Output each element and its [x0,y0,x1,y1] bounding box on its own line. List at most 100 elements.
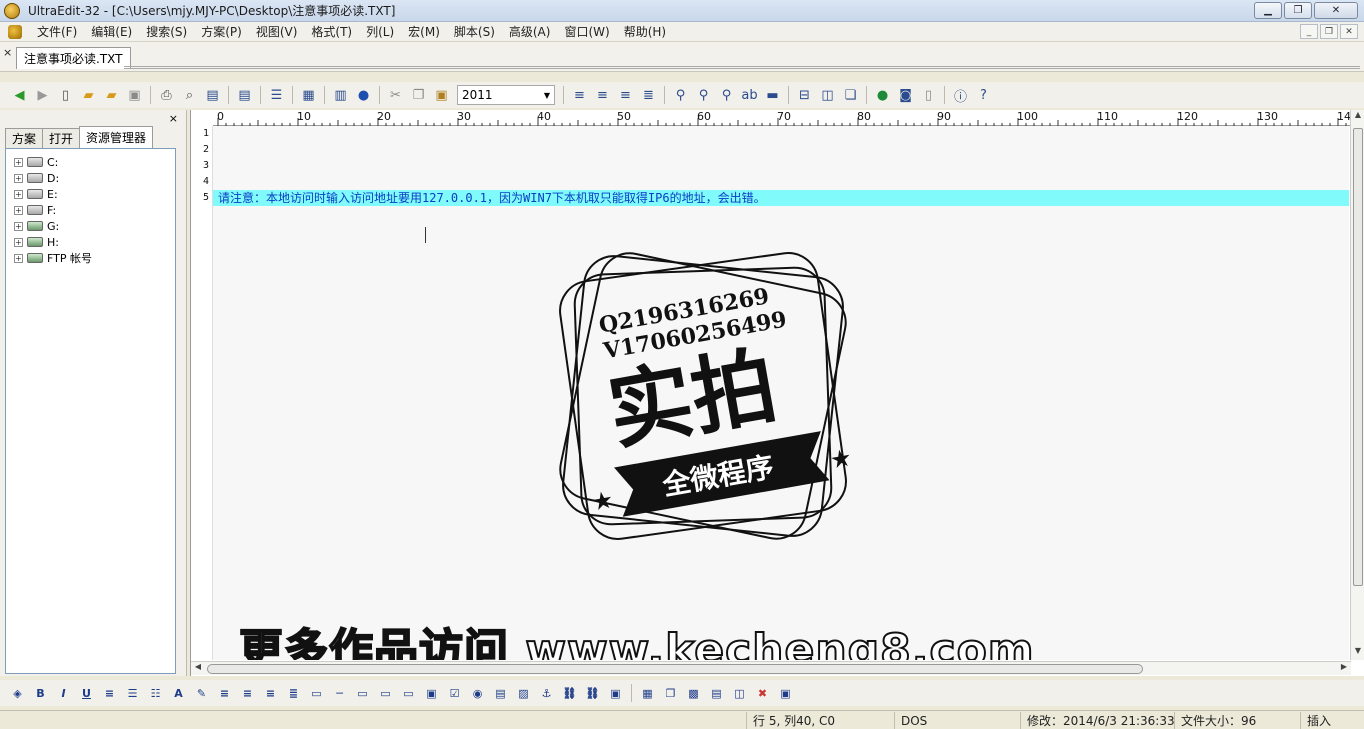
radio-button[interactable]: ◉ [468,683,488,703]
justify-tag-button[interactable]: ≣ [284,683,304,703]
style-button[interactable]: ✎ [192,683,212,703]
password-button[interactable]: ▭ [399,683,419,703]
column-mode-button[interactable]: ▥ [330,85,351,105]
vertical-scroll-thumb[interactable] [1353,128,1363,586]
info-button[interactable]: ⓘ [950,85,971,105]
text-line[interactable] [213,126,1349,142]
cascade-button[interactable]: ❏ [840,85,861,105]
replace-button[interactable]: ab [739,85,760,105]
close-button[interactable]: ✕ [1314,2,1358,19]
menu-edit[interactable]: 编辑(E) [84,23,139,40]
tab-open[interactable]: 打开 [42,128,81,148]
menu-file[interactable]: 文件(F) [30,23,84,40]
tree-item-e[interactable]: + E: [6,186,175,202]
menu-search[interactable]: 搜索(S) [139,23,194,40]
open-file-button[interactable]: ▰ [78,85,99,105]
anchor-button[interactable]: ⚓ [537,683,557,703]
justify-button[interactable]: ≣ [638,85,659,105]
print-button[interactable]: ⎙ [156,85,177,105]
text-line-selected[interactable]: 请注意：本地访问时输入访问地址要用127.0.0.1，因为WIN7下本机取只能取… [213,190,1349,206]
font-size-combo[interactable]: 2011 ▼ [457,85,555,105]
image-button[interactable]: ▨ [514,683,534,703]
insert-cell-button[interactable]: ▩ [684,683,704,703]
find-in-files-button[interactable]: ▬ [762,85,783,105]
italic-button[interactable]: I [54,683,74,703]
form-button[interactable]: ▭ [307,683,327,703]
expand-icon[interactable]: + [14,157,23,167]
text-line[interactable] [213,174,1349,190]
file-tab-active[interactable]: 注意事项必读.TXT [16,47,131,69]
scroll-down-icon[interactable]: ▼ [1351,646,1364,660]
menu-format[interactable]: 格式(T) [304,23,359,40]
tree-item-c[interactable]: + C: [6,154,175,170]
input-button[interactable]: ▭ [353,683,373,703]
tree-item-d[interactable]: + D: [6,170,175,186]
maximize-button[interactable]: ❐ [1284,2,1312,19]
textarea-button[interactable]: ▤ [491,683,511,703]
hex-print-button[interactable]: ▤ [202,85,223,105]
split-vertical-button[interactable]: ◫ [817,85,838,105]
align-right-tag-button[interactable]: ≡ [261,683,281,703]
expand-icon[interactable]: + [14,173,23,183]
align-center-tag-button[interactable]: ≡ [238,683,258,703]
document-menu-icon[interactable] [8,24,22,39]
expand-icon[interactable]: + [14,205,23,215]
cut-button[interactable]: ✂ [385,85,406,105]
open-folder-button[interactable]: ▰ [101,85,122,105]
word-wrap-button[interactable]: ☰ [266,85,287,105]
back-button[interactable]: ◀ [9,85,30,105]
numbered-list-button[interactable]: ☷ [146,683,166,703]
copy-table-button[interactable]: ❐ [661,683,681,703]
expand-icon[interactable]: + [14,237,23,247]
edit-link-button[interactable]: ⛓ [583,683,603,703]
font-button[interactable]: A [169,683,189,703]
align-left-button[interactable]: ≡ [569,85,590,105]
ftp-button[interactable]: ▯ [918,85,939,105]
find-button[interactable]: ⚲ [670,85,691,105]
tree-item-f[interactable]: + F: [6,202,175,218]
text-line[interactable] [213,142,1349,158]
merge-cell-button[interactable]: ▣ [776,683,796,703]
text-line[interactable] [213,158,1349,174]
menu-view[interactable]: 视图(V) [249,23,305,40]
align-right-button[interactable]: ≡ [615,85,636,105]
checkbox-button[interactable]: ☑ [445,683,465,703]
table-button[interactable]: ▦ [638,683,658,703]
doc-restore-button[interactable]: ❐ [1320,24,1338,39]
paste-button[interactable]: ▣ [431,85,452,105]
tab-explorer[interactable]: 资源管理器 [79,126,154,148]
doc-close-button[interactable]: ✕ [1340,24,1358,39]
hex-mode-button[interactable]: ▦ [298,85,319,105]
textbox-button[interactable]: ▭ [376,683,396,703]
lock-button[interactable]: ▣ [606,683,626,703]
tree-item-g[interactable]: + G: [6,218,175,234]
menu-project[interactable]: 方案(P) [194,23,249,40]
delete-cell-button[interactable]: ✖ [753,683,773,703]
screen-capture-button[interactable]: ◙ [895,85,916,105]
expand-icon[interactable]: + [14,253,23,263]
link-button[interactable]: ⛓ [560,683,580,703]
scroll-left-icon[interactable]: ◀ [191,662,205,676]
browser-view-button[interactable]: ● [872,85,893,105]
document-view-button[interactable]: ▤ [234,85,255,105]
help-button[interactable]: ? [973,85,994,105]
panel-close-button[interactable]: × [169,112,178,125]
doc-minimize-button[interactable]: _ [1300,24,1318,39]
menu-help[interactable]: 帮助(H) [617,23,673,40]
underline-button[interactable]: U [77,683,97,703]
expand-icon[interactable]: + [14,189,23,199]
vertical-scrollbar[interactable]: ▲ ▼ [1350,110,1364,660]
menu-column[interactable]: 列(L) [359,23,401,40]
bold-button[interactable]: B [31,683,51,703]
table-props-button[interactable]: ▤ [707,683,727,703]
tree-item-h[interactable]: + H: [6,234,175,250]
tree-item-ftp[interactable]: + FTP 帐号 [6,250,175,266]
select-button[interactable]: ▣ [422,683,442,703]
minimize-button[interactable]: ▁ [1254,2,1282,19]
split-horizontal-button[interactable]: ⊟ [794,85,815,105]
find-next-button[interactable]: ⚲ [693,85,714,105]
scroll-right-icon[interactable]: ▶ [1337,662,1351,676]
align-center-button[interactable]: ≡ [592,85,613,105]
horizontal-scrollbar[interactable]: ◀ ▶ [191,661,1351,675]
print-preview-button[interactable]: ⌕ [179,85,200,105]
